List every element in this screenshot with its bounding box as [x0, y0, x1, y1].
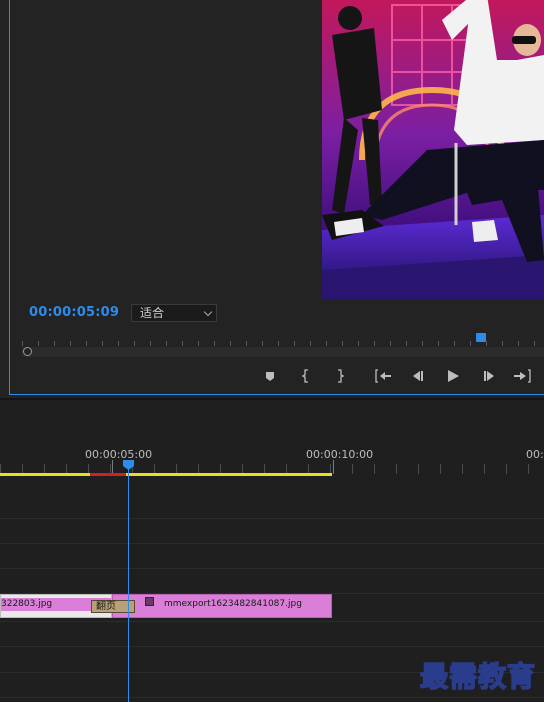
add-marker-button[interactable] [259, 367, 281, 385]
program-monitor-panel: 00:00:05:09 适合 [0, 0, 544, 398]
go-to-out-icon [514, 369, 531, 383]
go-to-in-icon [375, 369, 391, 383]
add-marker-icon [266, 372, 274, 381]
track-divider [0, 697, 544, 698]
monitor-playhead[interactable] [476, 333, 486, 342]
current-timecode[interactable]: 00:00:05:09 [29, 305, 119, 320]
play-icon [448, 370, 459, 382]
go-to-in-button[interactable] [373, 367, 395, 385]
track-divider [0, 621, 544, 622]
video-preview [322, 0, 544, 299]
ruler-label-15s: 00:0 [526, 448, 544, 461]
ruler-major-tick [112, 460, 113, 474]
watermark-logo: 最需教育 [419, 659, 537, 694]
work-area-bar[interactable] [0, 473, 332, 476]
step-back-icon [413, 371, 423, 381]
zoom-fit-select[interactable]: 适合 [131, 304, 217, 322]
ruler-major-tick [333, 460, 334, 474]
step-forward-icon [484, 371, 494, 381]
go-to-out-button[interactable] [511, 367, 533, 385]
mark-in-icon [301, 369, 308, 383]
track-divider [0, 646, 544, 647]
monitor-zoom-scrollbar[interactable] [22, 347, 544, 357]
fx-badge-icon [145, 597, 154, 606]
render-status-bar [90, 473, 126, 476]
mark-out-icon [338, 369, 345, 383]
track-divider [0, 543, 544, 544]
clip-name: 322803.jpg [1, 599, 53, 609]
timeline-playhead-line[interactable] [128, 468, 129, 702]
zoom-scrollbar-handle[interactable] [23, 347, 32, 356]
play-button[interactable] [442, 367, 464, 385]
track-divider [0, 568, 544, 569]
step-forward-button[interactable] [478, 367, 500, 385]
step-back-button[interactable] [407, 367, 429, 385]
zoom-fit-value: 适合 [140, 306, 165, 320]
monitor-time-ruler[interactable] [22, 336, 544, 346]
timeline-ruler[interactable]: 00:00:05:00 00:00:10:00 00:0 [0, 438, 544, 474]
clip-name: mmexport1623482841087.jpg [164, 599, 302, 609]
ruler-label-5s: 00:00:05:00 [85, 448, 153, 461]
track-divider [0, 518, 544, 519]
ruler-label-10s: 00:00:10:00 [306, 448, 374, 461]
dance-stage-image [322, 0, 544, 299]
mark-in-button[interactable] [296, 367, 318, 385]
mark-out-button[interactable] [328, 367, 350, 385]
chevron-down-icon [203, 307, 213, 317]
